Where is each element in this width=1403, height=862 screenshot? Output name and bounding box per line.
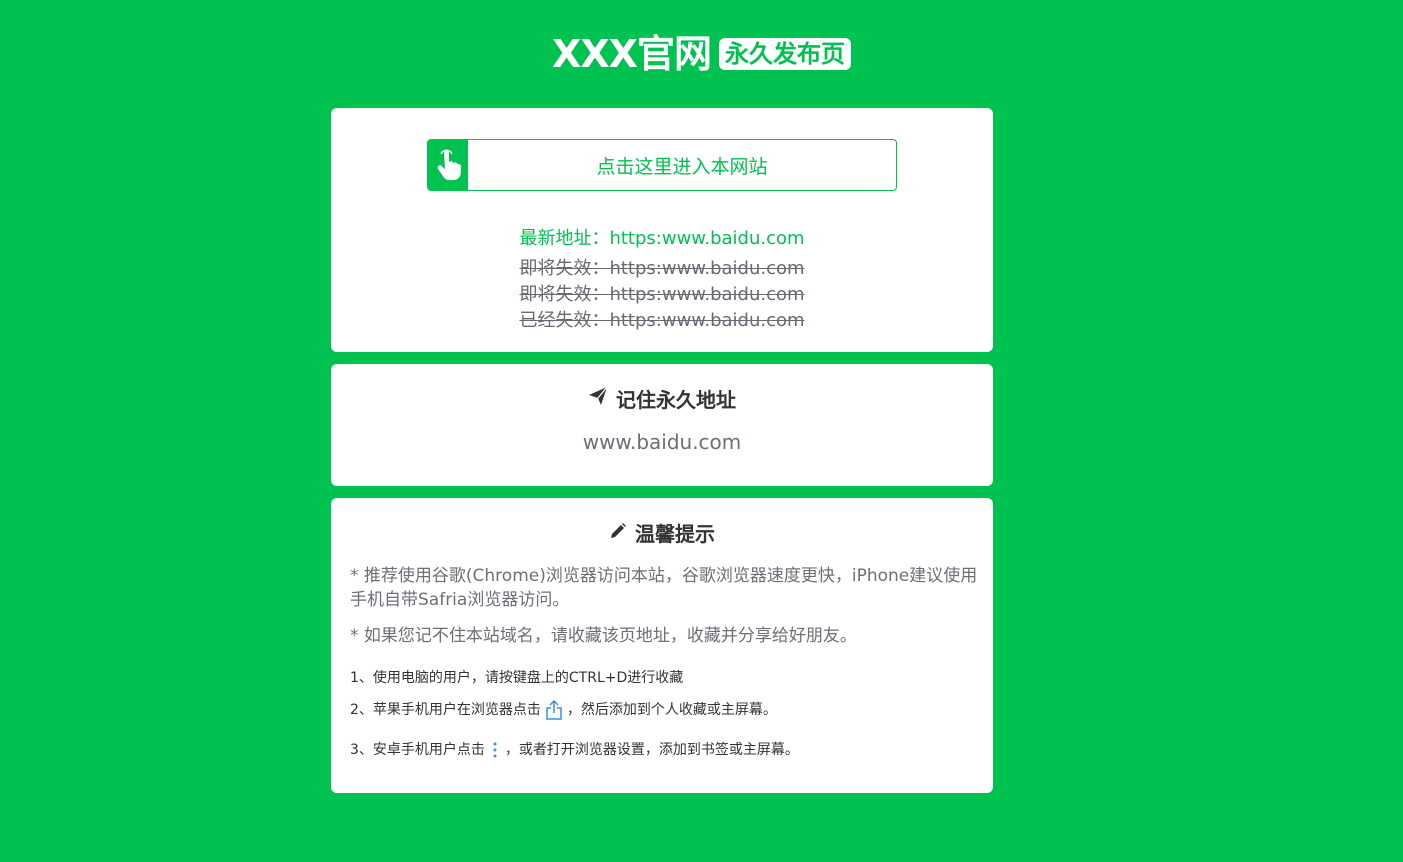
expired-address: 已经失效：https:www.baidu.com xyxy=(519,310,805,331)
latest-address[interactable]: 最新地址：https:www.baidu.com xyxy=(331,224,993,250)
tips-heading: 温馨提示 xyxy=(331,518,993,547)
step-android-before: 3、安卓手机用户点击 xyxy=(350,742,485,758)
tip-bookmark: * 如果您记不住本站域名，请收藏该页地址，收藏并分享给好朋友。 xyxy=(350,626,857,646)
step-desktop-text: 1、使用电脑的用户，请按键盘上的CTRL+D进行收藏 xyxy=(350,670,684,686)
enter-site-label: 点击这里进入本网站 xyxy=(596,155,768,178)
permanent-heading: 记住永久地址 xyxy=(331,384,993,413)
release-badge: 永久发布页 xyxy=(718,38,851,70)
share-icon xyxy=(545,699,563,721)
step-android-after: ，或者打开浏览器设置，添加到书签或主屏幕。 xyxy=(504,742,799,758)
expired-address-list: 即将失效：https:www.baidu.com 即将失效：https:www.… xyxy=(331,256,993,334)
more-vertical-icon xyxy=(489,741,501,759)
pencil-icon xyxy=(609,521,627,545)
tip-browser: * 推荐使用谷歌(Chrome)浏览器访问本站，谷歌浏览器速度更快，iPhone… xyxy=(350,566,978,610)
paper-plane-icon xyxy=(588,386,608,411)
step-iphone: 2、苹果手机用户在浏览器点击 ，然后添加到个人收藏或主屏幕。 xyxy=(350,699,980,721)
header: XXX官网 永久发布页 xyxy=(0,30,1403,78)
expired-address: 即将失效：https:www.baidu.com xyxy=(519,258,805,279)
site-title: XXX官网 xyxy=(552,32,712,76)
step-iphone-after: ，然后添加到个人收藏或主屏幕。 xyxy=(566,702,777,718)
permanent-heading-text: 记住永久地址 xyxy=(616,388,736,412)
tips-card: 温馨提示 * 推荐使用谷歌(Chrome)浏览器访问本站，谷歌浏览器速度更快，i… xyxy=(331,498,993,793)
hand-pointer-icon xyxy=(428,140,468,190)
permanent-url: www.baidu.com xyxy=(582,430,742,454)
step-android: 3、安卓手机用户点击 ，或者打开浏览器设置，添加到书签或主屏幕。 xyxy=(350,740,980,760)
entry-card: 点击这里进入本网站 最新地址：https:www.baidu.com 即将失效：… xyxy=(331,108,993,352)
step-iphone-before: 2、苹果手机用户在浏览器点击 xyxy=(350,702,541,718)
permanent-address-card: 记住永久地址 www.baidu.com xyxy=(331,364,993,486)
enter-site-button[interactable]: 点击这里进入本网站 xyxy=(427,139,897,191)
expired-address: 即将失效：https:www.baidu.com xyxy=(519,284,805,305)
tips-heading-text: 温馨提示 xyxy=(635,522,715,546)
step-desktop: 1、使用电脑的用户，请按键盘上的CTRL+D进行收藏 xyxy=(350,668,980,688)
